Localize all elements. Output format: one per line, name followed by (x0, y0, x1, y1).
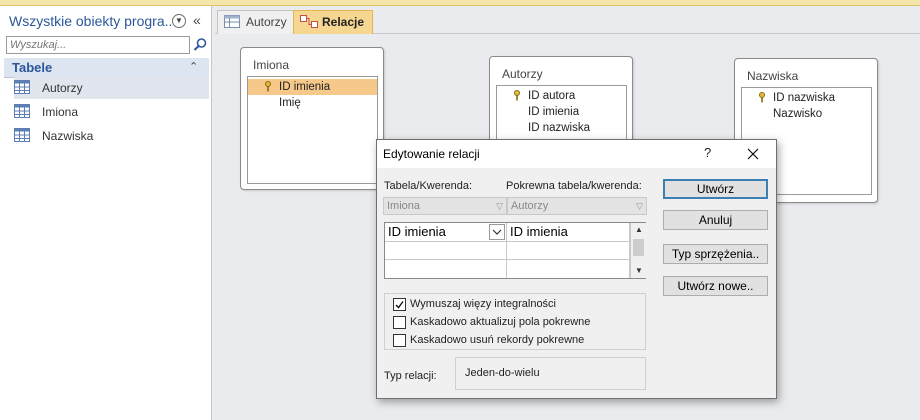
grid-cell-left-value: ID imienia (388, 224, 446, 239)
scroll-up-icon[interactable]: ▲ (631, 223, 647, 237)
field-label: ID autora (528, 90, 576, 102)
navigation-pane: Wszystkie obiekty progra... ▼ « Tabele ⌃… (0, 6, 212, 420)
table-box-title: Nazwiska (747, 69, 799, 83)
nav-item-label: Imiona (42, 105, 79, 119)
field-row[interactable]: ID nazwiska (742, 90, 871, 106)
grid-cell-left[interactable] (385, 242, 507, 260)
checkbox-label: Kaskadowo aktualizuj pola pokrewne (410, 316, 591, 328)
cancel-button[interactable]: Anuluj (663, 210, 768, 230)
nav-item-label: Nazwiska (42, 129, 94, 143)
search-icon[interactable] (192, 37, 208, 53)
nav-title[interactable]: Wszystkie obiekty progra... (9, 13, 171, 29)
nav-item-imiona[interactable]: Imiona (14, 101, 209, 123)
chevron-up-icon[interactable]: ⌃ (189, 60, 198, 73)
table-select-value: Imiona (387, 200, 421, 212)
group-title: Tabele (12, 60, 53, 75)
tab-label: Autorzy (246, 15, 287, 29)
relationships-icon (300, 15, 318, 28)
key-icon (759, 92, 765, 103)
create-new-button[interactable]: Utwórz nowe.. (663, 276, 768, 296)
checkbox-label: Wymuszaj więzy integralności (410, 298, 557, 310)
checkbox-label: Kaskadowo usuń rekordy pokrewne (410, 334, 585, 346)
create-button[interactable]: Utwórz (663, 179, 768, 199)
nav-item-autorzy[interactable]: Autorzy (14, 77, 209, 99)
grid-cell-left[interactable]: ID imienia (385, 223, 507, 242)
field-row[interactable]: ID imienia (497, 104, 626, 120)
table-box-title: Imiona (253, 58, 290, 72)
grid-cell-right[interactable] (507, 242, 630, 260)
field-row[interactable]: ID imienia (248, 79, 377, 95)
nav-item-label: Autorzy (42, 81, 83, 95)
field-label: Nazwisko (773, 108, 823, 120)
field-row[interactable]: ID nazwiska (497, 120, 626, 136)
close-icon[interactable] (745, 146, 761, 162)
nav-header: Wszystkie obiekty progra... ▼ « (0, 6, 211, 34)
key-icon (514, 90, 520, 101)
related-table-select-value: Autorzy (511, 200, 549, 212)
dialog-title: Edytowanie relacji (383, 147, 480, 161)
dialog-titlebar: Edytowanie relacji ? (377, 140, 776, 168)
table-box-autorzy[interactable]: Autorzy ID autora ID imienia ID nazwiska (489, 56, 633, 146)
grid-scrollbar[interactable]: ▲ ▼ (630, 223, 646, 278)
table-select[interactable]: Imiona ▽ (383, 197, 507, 215)
grid-cell-left[interactable] (385, 260, 507, 278)
field-row[interactable]: Imię (248, 95, 377, 111)
field-row[interactable]: Nazwisko (742, 106, 871, 122)
field-row[interactable]: ID autora (497, 88, 626, 104)
field-list: ID imienia Imię (247, 76, 378, 184)
table-icon (224, 15, 240, 28)
relationship-type-label: Typ relacji: (384, 370, 437, 382)
field-label: ID imienia (279, 81, 331, 93)
nav-item-nazwiska[interactable]: Nazwiska (14, 125, 209, 147)
related-table-select[interactable]: Autorzy ▽ (507, 197, 647, 215)
join-type-button[interactable]: Typ sprzężenia.. (663, 244, 768, 264)
chevron-down-icon: ▽ (636, 201, 643, 211)
edit-relationships-dialog: Edytowanie relacji ? Tabela/Kwerenda: Po… (376, 139, 777, 399)
chevron-down-icon: ▽ (496, 201, 503, 211)
checkbox-box[interactable] (393, 316, 406, 329)
tab-relacje[interactable]: Relacje (293, 10, 374, 34)
grid-cell-right-value: ID imienia (510, 224, 568, 239)
integrity-options: Wymuszaj więzy integralności Kaskadowo a… (384, 293, 646, 350)
table-icon (14, 104, 30, 118)
tab-autorzy[interactable]: Autorzy (217, 10, 296, 34)
collapse-pane-icon[interactable]: « (193, 12, 201, 28)
related-table-label: Pokrewna tabela/kwerenda: (506, 180, 642, 192)
key-icon (265, 81, 271, 92)
scroll-down-icon[interactable]: ▼ (631, 264, 647, 278)
grid-cell-right[interactable]: ID imienia (507, 223, 630, 242)
table-box-imiona[interactable]: Imiona ID imienia Imię (240, 47, 384, 190)
fields-grid: ID imienia ID imienia ▲ ▼ (384, 222, 646, 279)
document-tabs: Autorzy Relacje (215, 6, 920, 34)
search-input[interactable] (7, 37, 189, 53)
table-label: Tabela/Kwerenda: (384, 180, 473, 192)
table-box-title: Autorzy (502, 67, 543, 81)
field-label: ID imienia (528, 106, 580, 118)
tab-label: Relacje (322, 15, 365, 29)
field-label: Imię (279, 97, 301, 109)
field-label: ID nazwiska (773, 92, 835, 104)
chevron-down-icon (492, 229, 502, 235)
checkbox-box[interactable] (393, 298, 406, 311)
checkbox-box[interactable] (393, 334, 406, 347)
chevron-down-icon[interactable]: ▼ (172, 14, 186, 28)
grid-cell-right[interactable] (507, 260, 630, 278)
field-label: ID nazwiska (528, 122, 590, 134)
search-box (6, 36, 190, 54)
checkmark-icon (395, 301, 404, 309)
scroll-thumb[interactable] (633, 239, 644, 256)
table-icon (14, 128, 30, 142)
relationship-type-value: Jeden-do-wielu (455, 357, 646, 390)
field-list: ID autora ID imienia ID nazwiska (496, 85, 627, 143)
group-header-tables[interactable]: Tabele ⌃ (4, 58, 209, 78)
help-button[interactable]: ? (704, 145, 711, 160)
field-dropdown[interactable] (489, 224, 505, 240)
table-icon (14, 80, 30, 94)
